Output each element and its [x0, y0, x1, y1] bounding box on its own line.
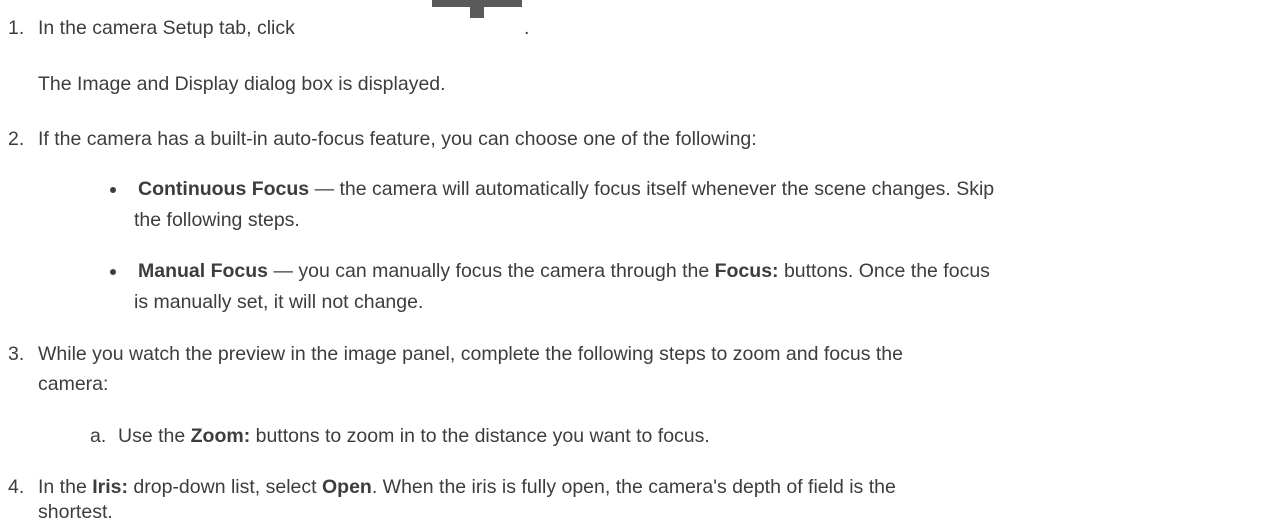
zoom-button-label: Zoom:	[190, 425, 251, 447]
step-1-period: .	[524, 17, 530, 39]
option-manual-focus-line2: is manually set, it will not change.	[134, 291, 424, 313]
step-3-number: 3.	[8, 343, 25, 365]
step-3-line1: While you watch the preview in the image…	[38, 343, 903, 365]
bullet-icon	[110, 187, 116, 193]
option-continuous-focus-line1: Continuous Focus — the camera will autom…	[138, 177, 994, 201]
step-2-text: If the camera has a built-in auto-focus …	[38, 128, 757, 150]
open-option-label: Open	[322, 476, 372, 498]
step-4-number: 4.	[8, 476, 25, 498]
step-1-number: 1.	[8, 17, 25, 39]
option-continuous-focus-desc: — the camera will automatically focus it…	[309, 178, 995, 200]
substep-a-letter: a.	[90, 425, 107, 447]
step-3-line2: camera:	[38, 373, 109, 395]
iris-label: Iris:	[92, 476, 128, 498]
step-2-number: 2.	[8, 128, 25, 150]
option-continuous-focus-title: Continuous Focus	[138, 178, 310, 200]
substep-a-text: Use the Zoom: buttons to zoom in to the …	[118, 425, 710, 447]
step-1-note: The Image and Display dialog box is disp…	[38, 73, 446, 95]
image-display-icon	[432, 0, 522, 18]
bullet-icon	[110, 269, 116, 275]
option-continuous-focus-line2: the following steps.	[134, 209, 300, 231]
document-body: 1. In the camera Setup tab, click . The …	[0, 0, 1283, 523]
option-manual-focus-line1: Manual Focus — you can manually focus th…	[138, 260, 990, 282]
step-1-text: In the camera Setup tab, click	[38, 17, 295, 39]
option-manual-focus-title: Manual Focus	[138, 260, 269, 282]
step-4-line1: In the Iris: drop-down list, select Open…	[38, 476, 896, 498]
focus-button-label: Focus:	[714, 260, 779, 282]
step-4-line2: shortest.	[38, 501, 113, 523]
